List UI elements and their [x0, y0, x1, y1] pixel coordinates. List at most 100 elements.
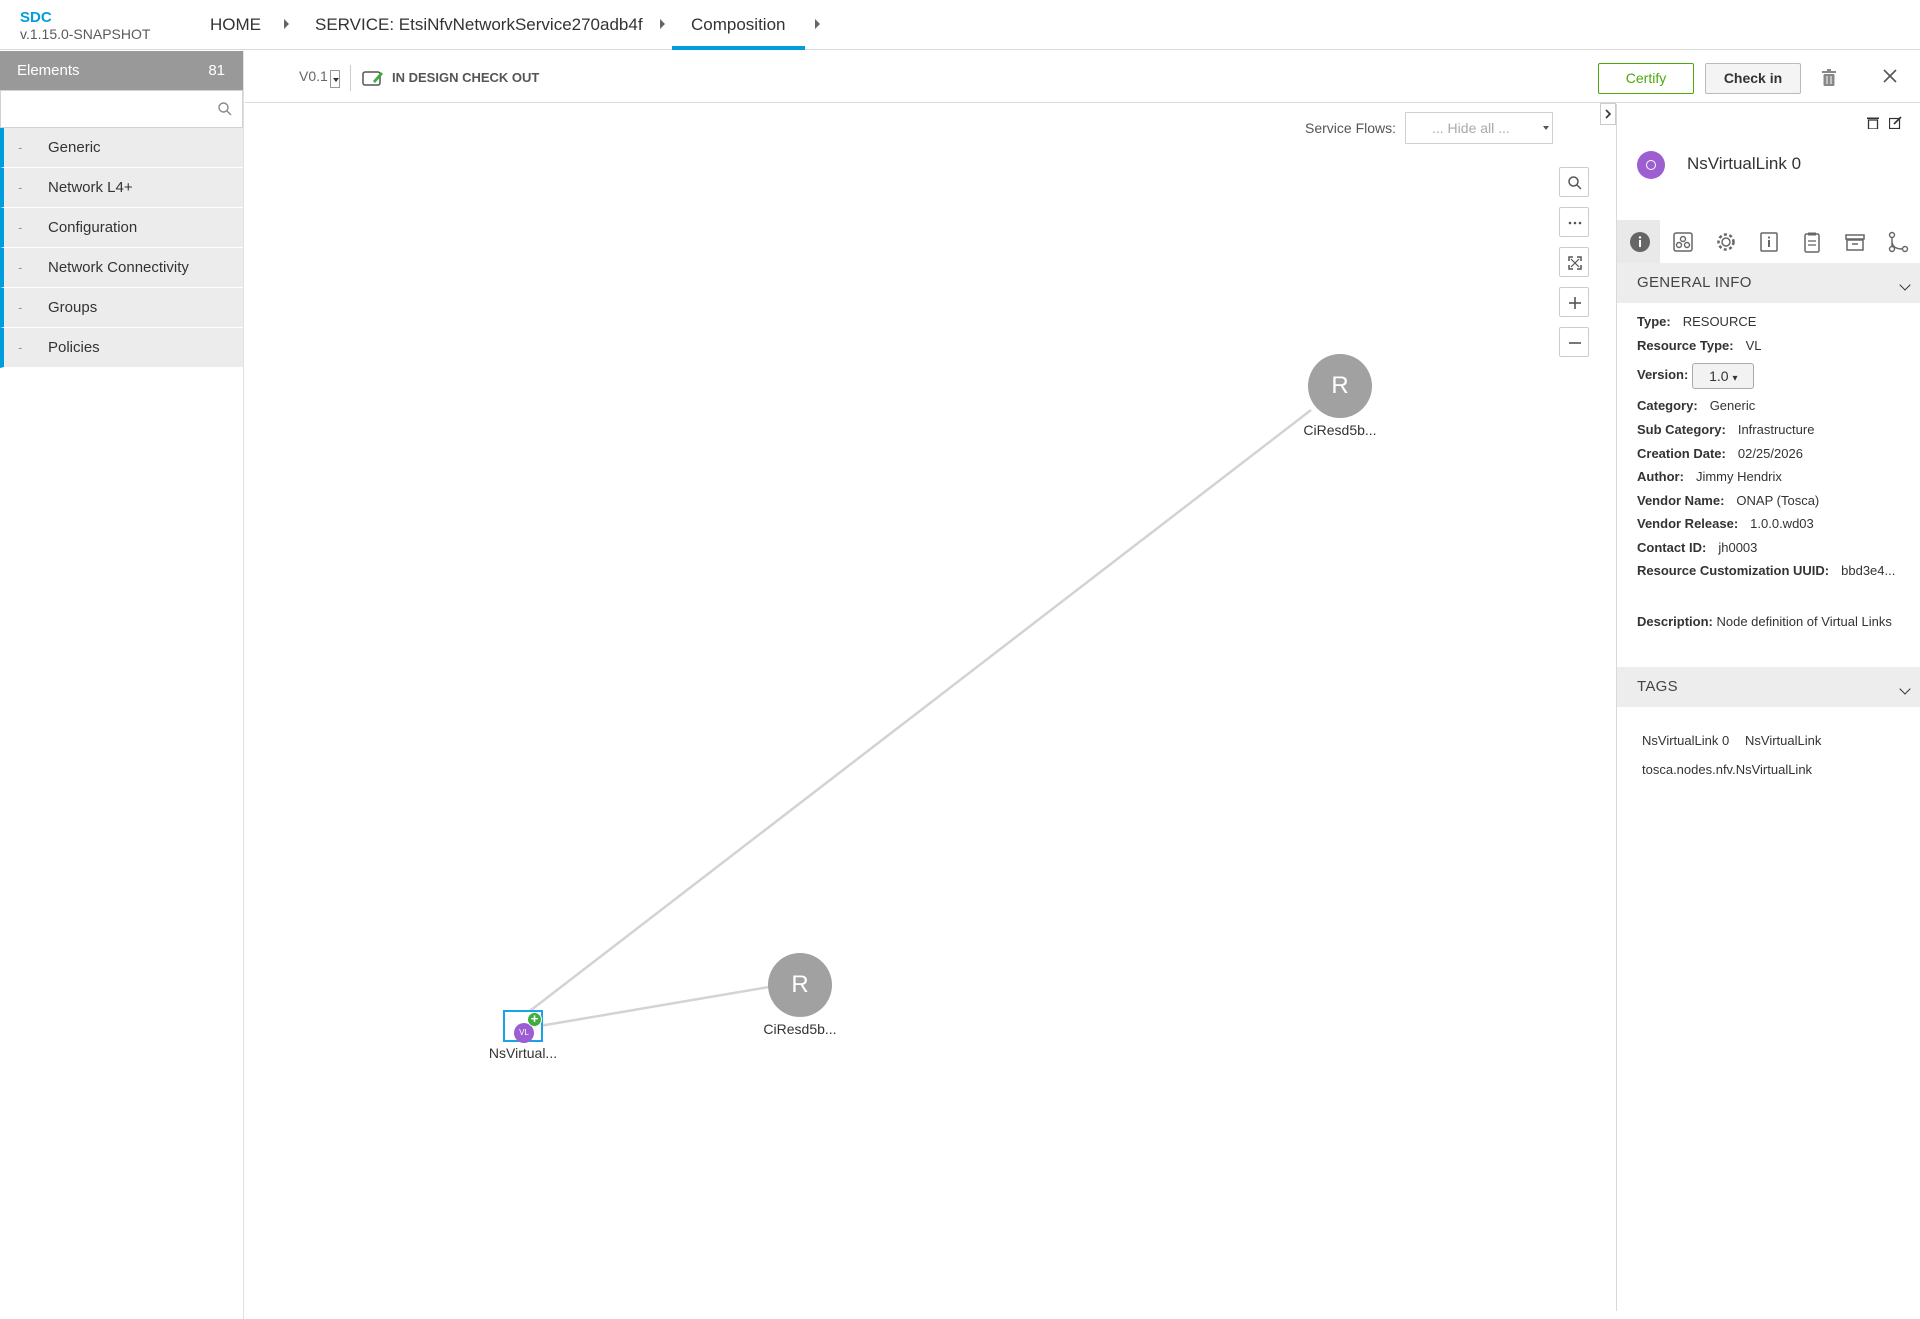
- tab-properties[interactable]: [1703, 220, 1746, 263]
- tab-relations[interactable]: [1875, 220, 1918, 263]
- graph-edges: [521, 409, 1312, 1031]
- zoom-out-button[interactable]: [1559, 327, 1589, 357]
- info-vendor-name: Vendor Name: ONAP (Tosca): [1637, 493, 1820, 508]
- info-type: Type: RESOURCE: [1637, 314, 1757, 329]
- search-icon[interactable]: [218, 102, 232, 116]
- collapse-dash-icon: -: [18, 340, 23, 355]
- palette-group-network-l4[interactable]: - Network L4+: [0, 168, 243, 208]
- trash-icon[interactable]: [1822, 69, 1836, 86]
- details-tabs: [1617, 220, 1920, 263]
- palette-group-label: Network L4+: [48, 179, 133, 196]
- breadcrumb-arrow-icon[interactable]: [284, 19, 289, 29]
- component-avatar-icon: [1637, 151, 1665, 179]
- composition-canvas[interactable]: Service Flows: ... Hide all ... R CiResd…: [245, 104, 1615, 1311]
- palette-group-label: Generic: [48, 139, 101, 156]
- collapse-dash-icon: -: [18, 260, 23, 275]
- minus-icon: [1569, 342, 1581, 344]
- version-dropdown-icon[interactable]: [330, 70, 340, 88]
- check-in-button[interactable]: Check in: [1705, 63, 1801, 94]
- breadcrumb-service[interactable]: SERVICE: EtsiNfvNetworkService270adb4f: [315, 0, 643, 50]
- chevron-down-icon: ▾: [1732, 373, 1738, 384]
- delete-icon[interactable]: [1866, 116, 1879, 130]
- panel-tools: [1866, 116, 1902, 134]
- add-plus-icon[interactable]: +: [527, 1012, 542, 1027]
- gear-icon: [1717, 233, 1735, 251]
- canvas-search-button[interactable]: [1559, 167, 1589, 197]
- chevron-down-icon: [1899, 683, 1911, 695]
- palette-search: [0, 90, 243, 128]
- workspace-toolbar: V0.1 IN DESIGN CHECK OUT Certify Check i…: [245, 51, 1920, 103]
- virtual-link-node[interactable]: VL +: [503, 1010, 543, 1043]
- resource-node[interactable]: R: [768, 953, 832, 1017]
- collapse-dash-icon: -: [18, 300, 23, 315]
- palette-group-policies[interactable]: - Policies: [0, 328, 243, 368]
- info-square-icon: [1760, 232, 1778, 252]
- node-label: NsVirtual...: [488, 1045, 558, 1061]
- info-contact-id: Contact ID: jh0003: [1637, 540, 1758, 555]
- version-selector[interactable]: V0.1: [299, 68, 328, 84]
- top-header: SDC v.1.15.0-SNAPSHOT HOME SERVICE: Etsi…: [0, 0, 1920, 50]
- artifacts-icon: [1673, 232, 1693, 252]
- palette-group-generic[interactable]: - Generic: [0, 128, 243, 168]
- collapse-dash-icon: -: [18, 140, 23, 155]
- tags-section-header[interactable]: TAGS: [1617, 667, 1920, 707]
- info-author: Author: Jimmy Hendrix: [1637, 469, 1782, 484]
- chevron-down-icon: [1899, 279, 1911, 291]
- edit-icon[interactable]: [1888, 116, 1902, 130]
- breadcrumb-home[interactable]: HOME: [210, 0, 261, 50]
- breadcrumb-arrow-icon[interactable]: [815, 19, 820, 29]
- node-letter: R: [1331, 372, 1349, 399]
- plus-icon: [1569, 297, 1581, 309]
- collapse-dash-icon: -: [18, 220, 23, 235]
- service-flows-label: Service Flows:: [1305, 120, 1397, 136]
- canvas-more-button[interactable]: [1559, 207, 1589, 237]
- tab-deployment-artifacts[interactable]: [1660, 220, 1703, 263]
- clipboard-icon: [1804, 232, 1820, 253]
- palette-header: Elements 81: [0, 51, 243, 90]
- certify-button[interactable]: Certify: [1598, 63, 1694, 94]
- tag-item: NsVirtualLink 0: [1642, 733, 1730, 748]
- service-flows-select[interactable]: ... Hide all ...: [1405, 112, 1553, 144]
- section-title: GENERAL INFO: [1637, 274, 1752, 291]
- tab-information[interactable]: [1746, 220, 1789, 263]
- resource-node[interactable]: R: [1308, 354, 1372, 418]
- fit-to-screen-button[interactable]: [1559, 247, 1589, 277]
- tab-requirements[interactable]: [1789, 220, 1832, 263]
- info-customization-uuid: Resource Customization UUID: bbd3e4...: [1637, 563, 1896, 578]
- breadcrumb-composition[interactable]: Composition: [672, 0, 805, 50]
- tab-general-info[interactable]: [1617, 220, 1660, 263]
- palette-group-label: Network Connectivity: [48, 259, 189, 276]
- collapse-dash-icon: -: [18, 180, 23, 195]
- palette-group-configuration[interactable]: - Configuration: [0, 208, 243, 248]
- palette-title: Elements: [17, 62, 80, 79]
- palette-search-input[interactable]: [1, 91, 211, 127]
- edge-link[interactable]: [521, 409, 1312, 1018]
- tag-item: NsVirtualLink: [1745, 733, 1822, 748]
- version-select[interactable]: 1.0 ▾: [1692, 363, 1755, 389]
- tag-item: tosca.nodes.nfv.NsVirtualLink: [1642, 762, 1813, 777]
- lifecycle-status: IN DESIGN CHECK OUT: [392, 70, 540, 85]
- info-vendor-release: Vendor Release: 1.0.0.wd03: [1637, 516, 1814, 531]
- palette-group-label: Configuration: [48, 219, 138, 236]
- toolbar-divider: [350, 65, 351, 91]
- palette-group-network-connectivity[interactable]: - Network Connectivity: [0, 248, 243, 288]
- general-info-section-header[interactable]: GENERAL INFO: [1617, 263, 1920, 303]
- info-icon: [1630, 232, 1650, 252]
- app-name: SDC: [20, 9, 52, 26]
- node-label: CiResd5b...: [1303, 422, 1377, 438]
- tab-api[interactable]: [1832, 220, 1875, 263]
- expand-icon: [1568, 256, 1582, 270]
- palette-count: 81: [208, 62, 225, 79]
- breadcrumb-arrow-icon[interactable]: [660, 19, 665, 29]
- checkout-icon: [362, 71, 383, 86]
- edge-link[interactable]: [521, 985, 770, 1031]
- palette-group-groups[interactable]: - Groups: [0, 288, 243, 328]
- zoom-in-button[interactable]: [1559, 287, 1589, 317]
- app-logo[interactable]: SDC v.1.15.0-SNAPSHOT: [20, 9, 150, 43]
- collapse-panel-icon[interactable]: [1600, 103, 1616, 125]
- close-icon[interactable]: [1883, 69, 1897, 83]
- node-letter: R: [791, 971, 809, 998]
- search-icon: [1568, 176, 1582, 190]
- palette-group-label: Policies: [48, 339, 100, 356]
- section-title: TAGS: [1637, 678, 1678, 695]
